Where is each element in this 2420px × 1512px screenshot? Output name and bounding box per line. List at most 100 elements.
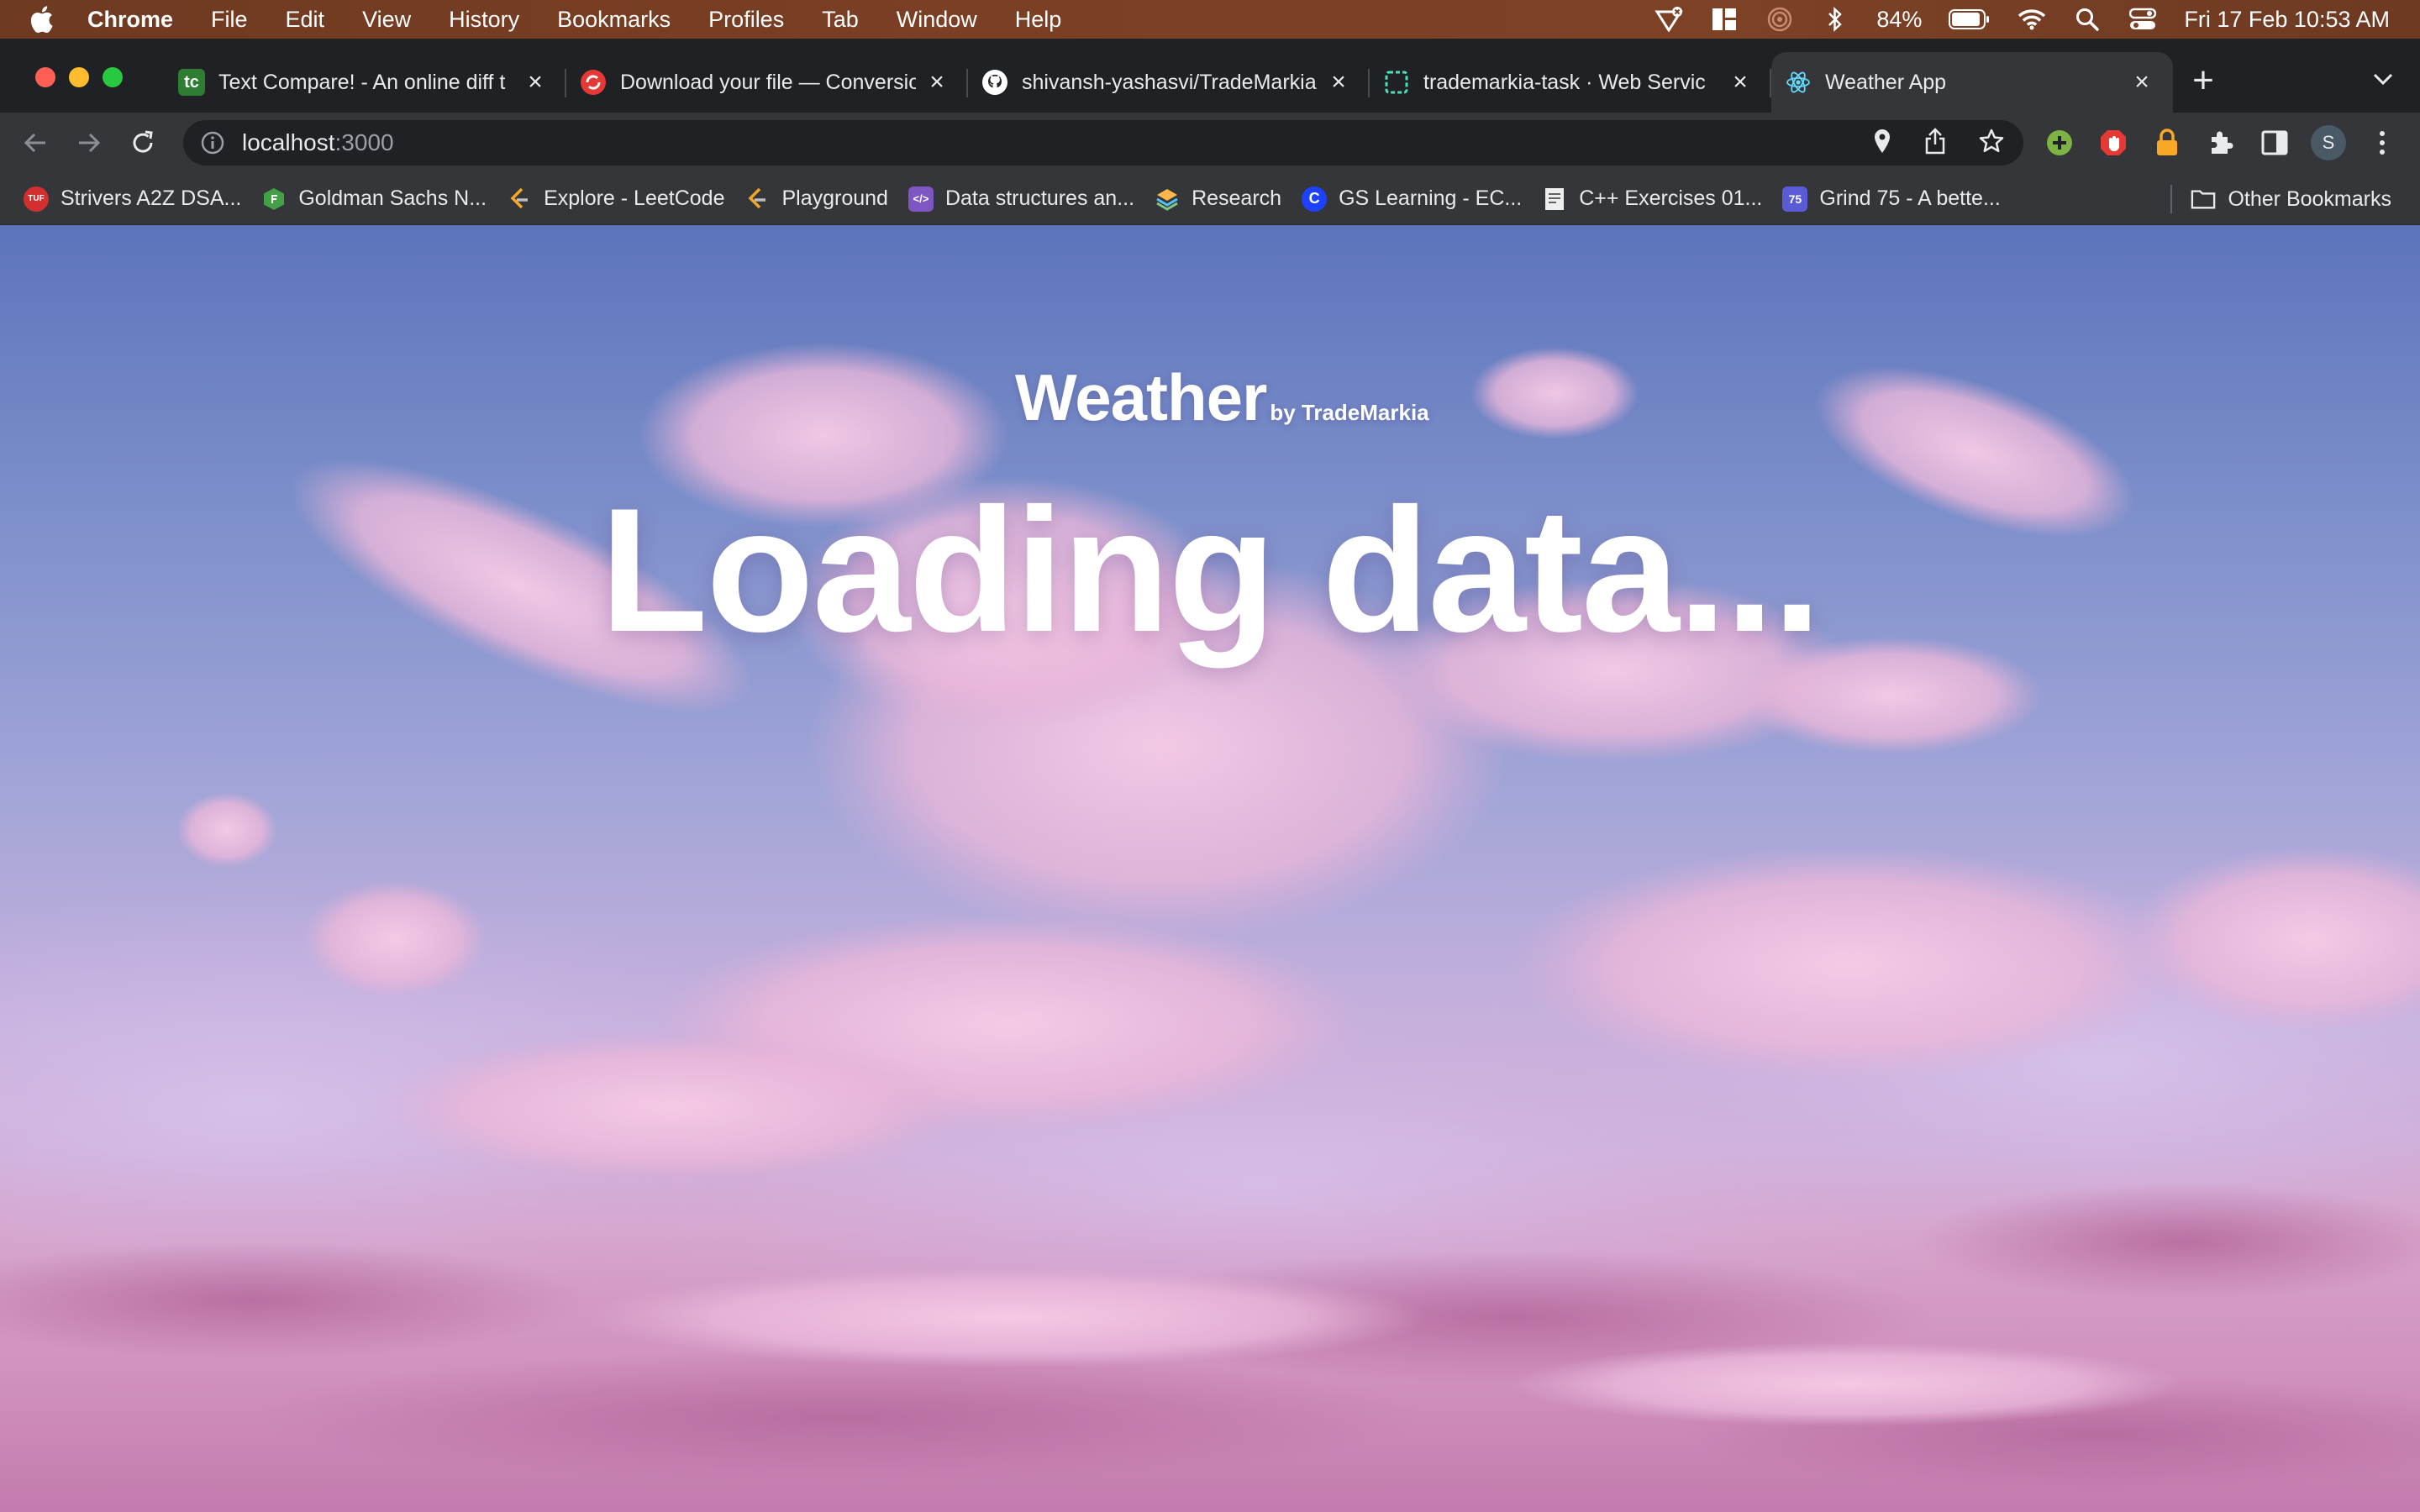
bookmark-playground[interactable]: Playground	[734, 181, 897, 218]
gs-learning-favicon-icon: C	[1302, 186, 1328, 212]
back-arrow-icon[interactable]	[17, 124, 54, 161]
bookmark-label: Playground	[781, 186, 888, 210]
share-icon[interactable]	[1924, 127, 1946, 159]
tab-close-icon[interactable]: ×	[523, 68, 548, 97]
github-favicon-icon	[981, 69, 1008, 96]
bookmark-strivers[interactable]: TUF Strivers A2Z DSA...	[13, 181, 251, 218]
code-favicon-icon: </>	[908, 186, 934, 212]
more-menu-icon[interactable]	[2365, 125, 2400, 160]
browser-toolbar: localhost:3000 S	[0, 113, 2420, 173]
address-bar[interactable]: localhost:3000	[183, 120, 2023, 165]
apple-menu-icon[interactable]	[29, 5, 66, 34]
menu-profiles[interactable]: Profiles	[708, 7, 784, 33]
strivers-favicon-icon: TUF	[24, 186, 49, 212]
bookmark-label: C++ Exercises 01...	[1579, 186, 1763, 210]
convertio-favicon-icon	[580, 69, 607, 96]
side-panel-icon[interactable]	[2257, 125, 2292, 160]
loading-status-text: Loading data...	[600, 471, 1822, 669]
tab-close-icon[interactable]: ×	[1326, 68, 1351, 97]
close-window-button[interactable]	[35, 67, 55, 87]
menu-view[interactable]: View	[362, 7, 411, 33]
text-compare-favicon-icon: tc	[178, 69, 205, 96]
bookmark-goldman-sachs[interactable]: Goldman Sachs N...	[251, 181, 497, 218]
menu-file[interactable]: File	[211, 7, 248, 33]
tab-search-chevron-down-icon[interactable]	[2366, 62, 2400, 96]
bookmark-grind-75[interactable]: 75 Grind 75 - A bette...	[1772, 181, 2010, 218]
bookmark-label: Research	[1192, 186, 1282, 210]
tab-weather-app[interactable]: Weather App ×	[1771, 52, 2173, 113]
extension-icons: S	[2042, 124, 2400, 161]
folder-icon	[2191, 186, 2216, 212]
tab-title: shivansh-yashasvi/TradeMarkia	[1022, 70, 1317, 94]
airdrop-icon[interactable]	[1765, 7, 1794, 32]
tab-render[interactable]: trademarkia-task · Web Servic ×	[1370, 52, 1771, 113]
reload-icon[interactable]	[124, 124, 161, 161]
goldman-sachs-favicon-icon	[261, 186, 287, 212]
bookmark-label: Data structures an...	[944, 186, 1135, 210]
bookmark-leetcode-explore[interactable]: Explore - LeetCode	[497, 181, 734, 218]
macos-menu-bar: Chrome File Edit View History Bookmarks …	[0, 0, 2420, 39]
menu-window[interactable]: Window	[897, 7, 977, 33]
bookmark-label: Grind 75 - A bette...	[1819, 186, 2001, 210]
puzzle-extensions-icon[interactable]	[2203, 125, 2238, 160]
bookmarks-bar: TUF Strivers A2Z DSA... Goldman Sachs N.…	[0, 173, 2420, 225]
adblock-extension-icon[interactable]	[2096, 125, 2131, 160]
menu-bookmarks[interactable]: Bookmarks	[557, 7, 671, 33]
menu-help[interactable]: Help	[1015, 7, 1062, 33]
url-text[interactable]: localhost:3000	[242, 129, 394, 156]
window-layout-icon[interactable]	[1710, 7, 1739, 32]
battery-icon[interactable]	[1949, 7, 1991, 32]
tab-github[interactable]: shivansh-yashasvi/TradeMarkia ×	[968, 52, 1370, 113]
forward-arrow-icon[interactable]	[71, 124, 108, 161]
location-pin-icon[interactable]	[1872, 128, 1892, 159]
leetcode-favicon-icon	[507, 186, 532, 212]
lock-extension-icon[interactable]	[2149, 125, 2185, 160]
menu-history[interactable]: History	[449, 7, 519, 33]
tab-close-icon[interactable]: ×	[2129, 68, 2154, 97]
control-center-icon[interactable]	[2128, 7, 2157, 32]
render-favicon-icon	[1383, 69, 1410, 96]
tab-convertio[interactable]: Download your file — Conversio ×	[566, 52, 968, 113]
other-bookmarks-folder[interactable]: Other Bookmarks	[2150, 181, 2402, 218]
zoom-window-button[interactable]	[103, 67, 123, 87]
bookmark-cpp-exercises[interactable]: C++ Exercises 01...	[1532, 181, 1772, 218]
weather-app-page: Weather by TradeMarkia Loading data...	[0, 225, 2420, 1512]
profile-avatar[interactable]: S	[2311, 125, 2346, 160]
bookmark-label: GS Learning - EC...	[1339, 186, 1523, 210]
tab-title: Download your file — Conversio	[620, 70, 916, 94]
green-plus-extension-icon[interactable]	[2042, 125, 2077, 160]
browser-tab-strip: tc Text Compare! - An online diff t × Do…	[0, 39, 2420, 113]
bookmark-label: Explore - LeetCode	[544, 186, 725, 210]
window-controls	[35, 67, 123, 87]
bookmark-label: Strivers A2Z DSA...	[60, 186, 242, 210]
tab-text-compare[interactable]: tc Text Compare! - An online diff t ×	[165, 52, 566, 113]
url-host: localhost	[242, 129, 335, 155]
bookmark-research[interactable]: Research	[1144, 181, 1292, 218]
menu-tab[interactable]: Tab	[822, 7, 859, 33]
bookmark-gs-learning[interactable]: C GS Learning - EC...	[1292, 181, 1532, 218]
profile-initial: S	[2322, 132, 2335, 153]
wifi-icon[interactable]	[2018, 7, 2046, 32]
leetcode-favicon-icon	[744, 186, 770, 212]
tab-close-icon[interactable]: ×	[924, 68, 950, 97]
tab-title: trademarkia-task · Web Servic	[1423, 70, 1706, 94]
bluetooth-icon[interactable]	[1821, 7, 1849, 32]
site-info-icon[interactable]	[198, 129, 227, 157]
bookmark-label: Other Bookmarks	[2228, 186, 2391, 211]
bookmark-label: Goldman Sachs N...	[298, 186, 487, 210]
menu-bar-clock[interactable]: Fri 17 Feb 10:53 AM	[2184, 7, 2390, 33]
battery-percent: 84%	[1876, 6, 1923, 32]
bookmark-data-structures[interactable]: </> Data structures an...	[898, 181, 1144, 218]
tab-close-icon[interactable]: ×	[1728, 68, 1753, 97]
brand-subtitle: by TradeMarkia	[1270, 400, 1429, 425]
brand-name: Weather	[1015, 360, 1267, 434]
vpn-status-icon[interactable]	[1655, 7, 1684, 32]
minimize-window-button[interactable]	[69, 67, 89, 87]
spotlight-search-icon[interactable]	[2073, 7, 2102, 32]
bookmark-star-icon[interactable]	[1978, 128, 2005, 159]
new-tab-button[interactable]: +	[2185, 55, 2222, 106]
menu-edit[interactable]: Edit	[286, 7, 325, 33]
document-favicon-icon	[1542, 186, 1567, 212]
menu-app-name[interactable]: Chrome	[87, 7, 173, 33]
tab-title: Text Compare! - An online diff t	[218, 70, 506, 94]
